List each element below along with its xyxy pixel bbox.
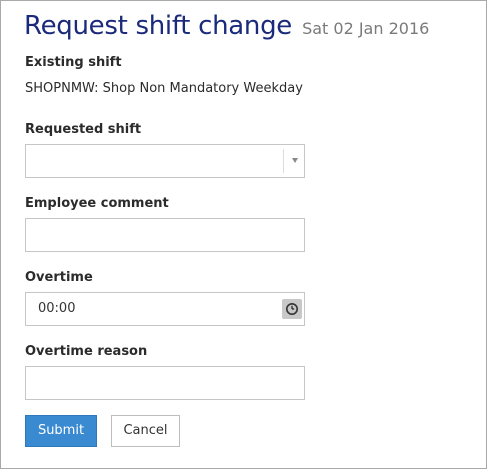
cancel-button[interactable]: Cancel: [111, 415, 180, 447]
requested-shift-select[interactable]: [25, 144, 305, 178]
select-divider: [283, 149, 284, 173]
overtime-reason-field[interactable]: [25, 366, 305, 400]
request-shift-change-dialog: Request shift change Sat 02 Jan 2016 Exi…: [0, 0, 487, 469]
clock-button[interactable]: [282, 299, 302, 319]
employee-comment-input[interactable]: [26, 219, 304, 251]
existing-shift-label: Existing shift: [25, 55, 122, 70]
existing-shift-value: SHOPNMW: Shop Non Mandatory Weekday: [25, 81, 303, 96]
submit-button[interactable]: Submit: [25, 415, 97, 447]
overtime-input[interactable]: 00:00: [38, 293, 75, 325]
page-title: Request shift change: [24, 11, 292, 41]
overtime-field[interactable]: 00:00: [25, 292, 305, 326]
dialog-header: Request shift change Sat 02 Jan 2016: [24, 11, 429, 41]
clock-icon: [286, 303, 298, 315]
overtime-reason-label: Overtime reason: [25, 344, 148, 359]
requested-shift-value[interactable]: [26, 145, 304, 177]
employee-comment-label: Employee comment: [25, 196, 169, 211]
chevron-down-icon[interactable]: [292, 158, 298, 163]
requested-shift-label: Requested shift: [25, 122, 142, 137]
overtime-reason-input[interactable]: [26, 367, 304, 399]
overtime-label: Overtime: [25, 270, 93, 285]
shift-date: Sat 02 Jan 2016: [302, 19, 430, 38]
employee-comment-field[interactable]: [25, 218, 305, 252]
